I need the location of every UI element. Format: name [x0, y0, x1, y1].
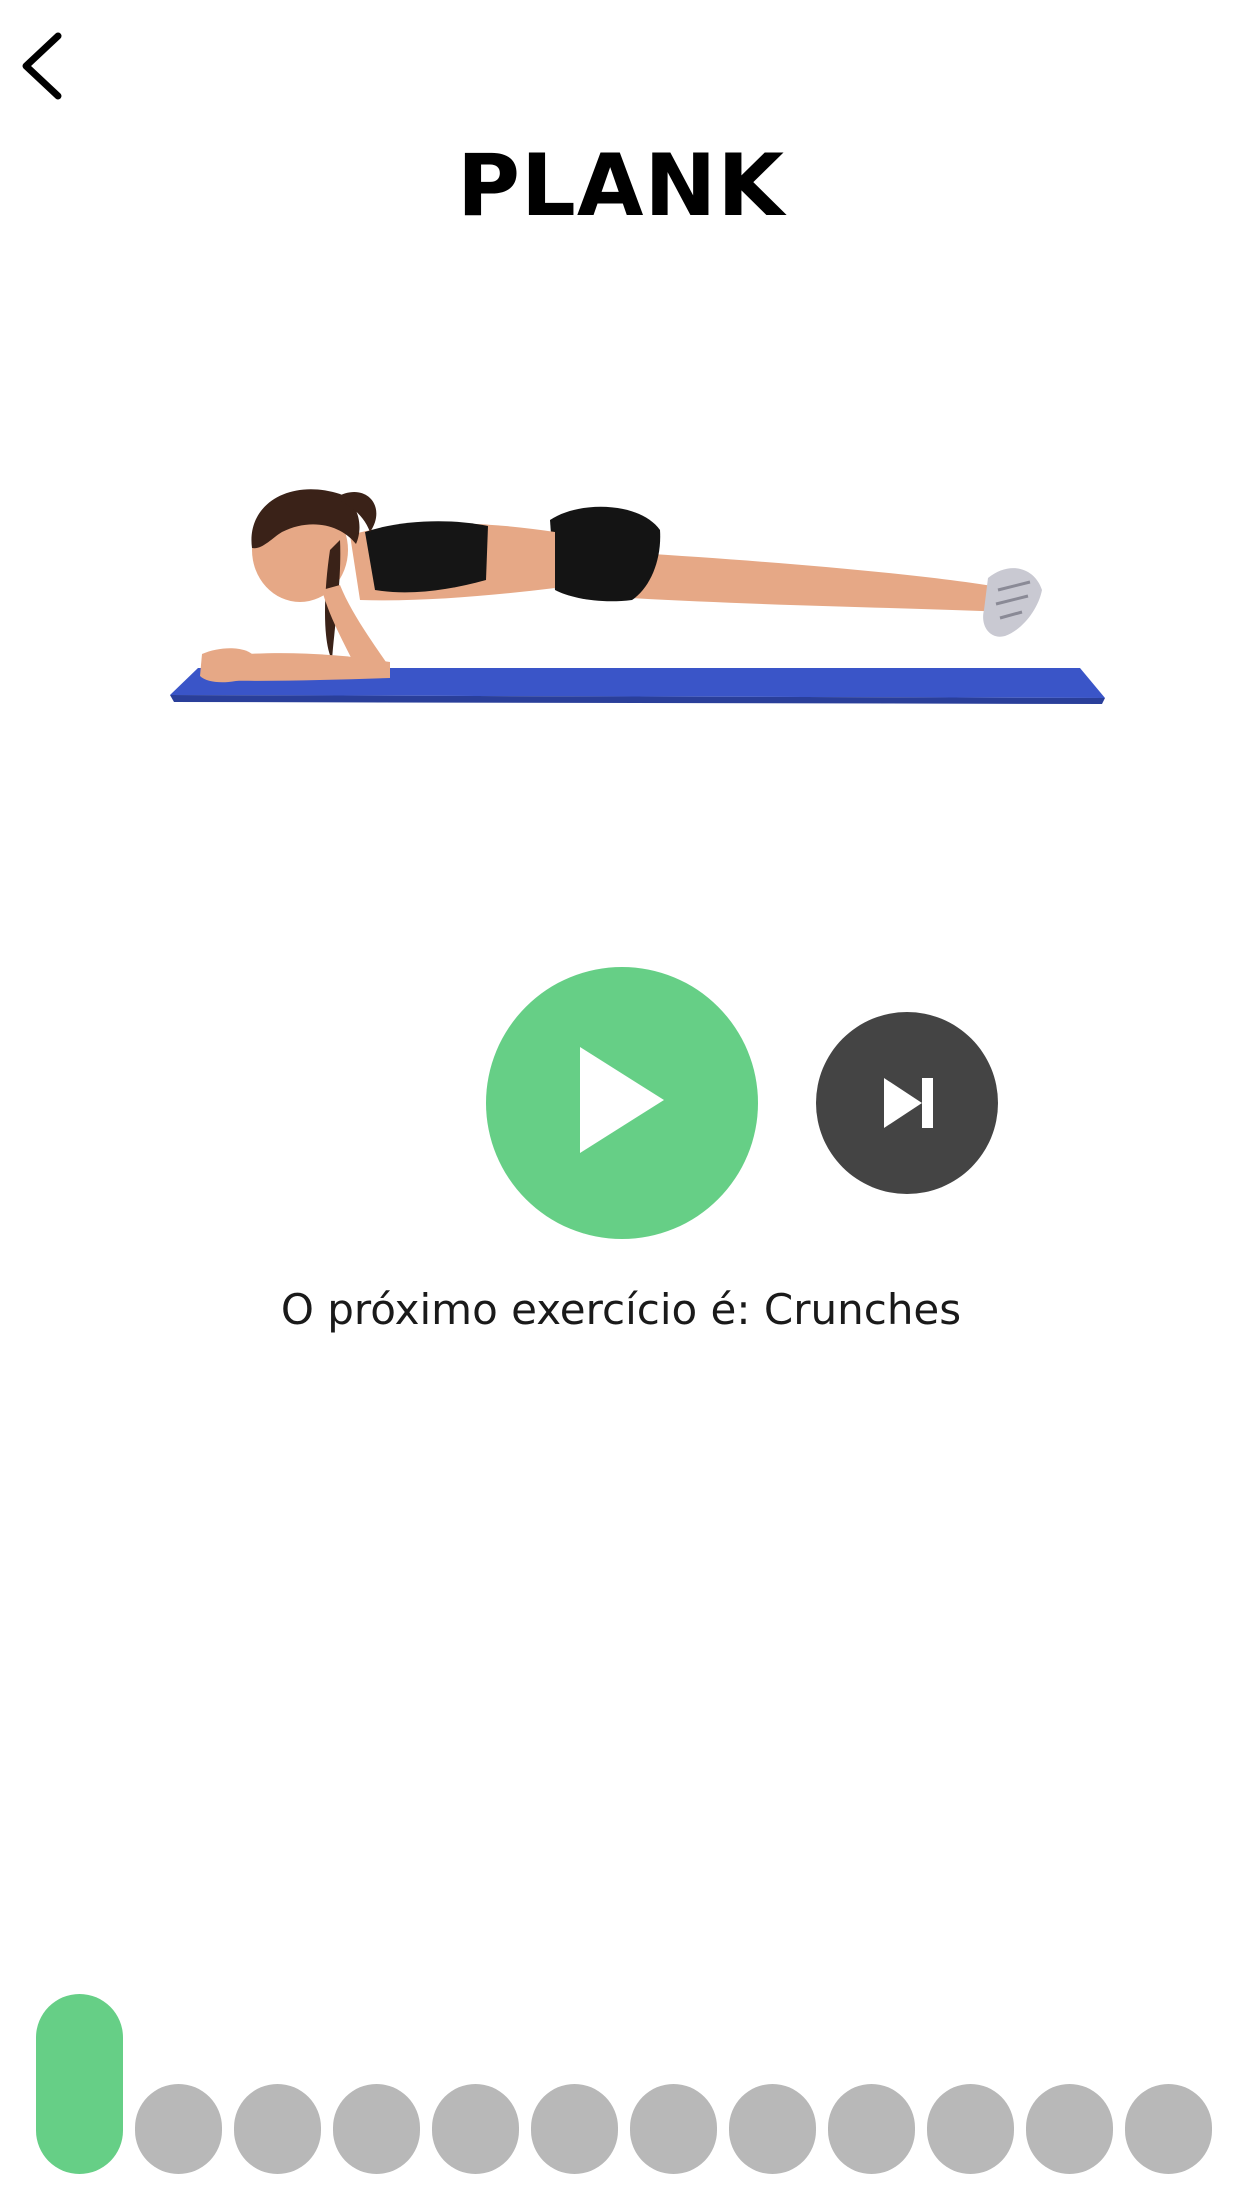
progress-step: [630, 2084, 717, 2174]
progress-step: [927, 2084, 1014, 2174]
exercise-title: PLANK: [456, 136, 785, 236]
back-button[interactable]: [18, 30, 68, 102]
chevron-left-icon: [22, 32, 62, 100]
progress-step: [135, 2084, 222, 2174]
skip-next-icon: [884, 1078, 933, 1128]
progress-step: [729, 2084, 816, 2174]
plank-exercise-illustration: [170, 489, 1105, 704]
progress-step: [333, 2084, 420, 2174]
progress-step: [234, 2084, 321, 2174]
play-button[interactable]: [486, 967, 758, 1239]
next-exercise-text: O próximo exercício é: Crunches: [280, 1285, 962, 1334]
progress-step: [1125, 2084, 1212, 2174]
workout-progress: [36, 1994, 1212, 2174]
play-icon: [580, 1047, 664, 1153]
progress-step: [1026, 2084, 1113, 2174]
progress-step: [432, 2084, 519, 2174]
progress-step: [531, 2084, 618, 2174]
progress-step-active: [36, 1994, 123, 2174]
progress-step: [828, 2084, 915, 2174]
skip-next-button[interactable]: [816, 1012, 998, 1194]
